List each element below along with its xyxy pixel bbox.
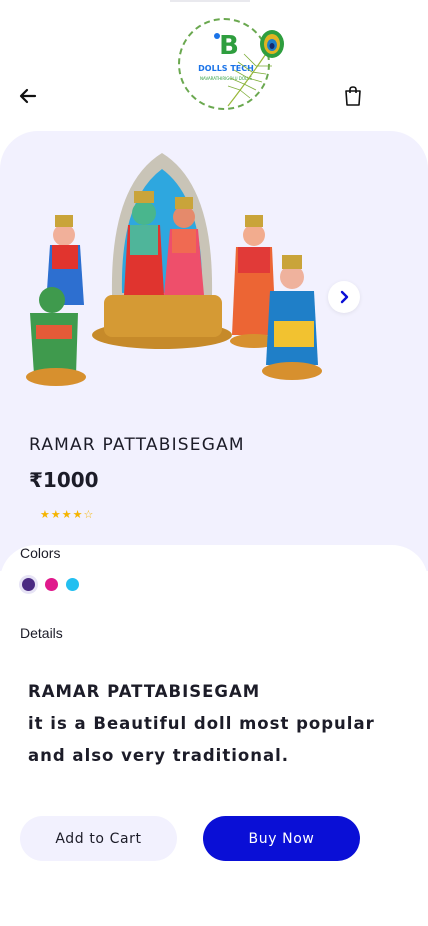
product-description: RAMAR PATTABISEGAM it is a Beautiful dol…: [28, 682, 375, 765]
star-empty-icon: ☆: [83, 508, 94, 521]
product-detail-screen: B DOLLS TECH NAVARATHIRIGOLU DOLLS RAMAR…: [0, 0, 428, 926]
details-label: Details: [20, 625, 63, 641]
buy-now-button[interactable]: Buy Now: [203, 816, 360, 861]
brand-logo: B DOLLS TECH NAVARATHIRIGOLU DOLLS: [162, 0, 288, 115]
colors-label: Colors: [20, 545, 61, 561]
chevron-right-icon: [340, 290, 349, 304]
product-title: RAMAR PATTABISEGAM: [29, 435, 245, 455]
star-filled-icon: ★: [50, 508, 61, 521]
color-swatch-purple[interactable]: [22, 578, 35, 591]
star-filled-icon: ★: [72, 508, 83, 521]
color-swatch-sky[interactable]: [66, 578, 79, 591]
rating-stars: ★ ★ ★ ★ ☆: [40, 508, 93, 521]
image-next-button[interactable]: [328, 281, 360, 313]
star-filled-icon: ★: [40, 508, 50, 521]
product-price: ₹1000: [29, 468, 99, 492]
logo-top-line: [170, 0, 250, 2]
add-to-cart-button[interactable]: Add to Cart: [20, 816, 177, 861]
product-image: [26, 153, 322, 386]
back-button[interactable]: [16, 84, 40, 108]
cart-button[interactable]: [341, 84, 365, 108]
color-swatch-pink[interactable]: [45, 578, 58, 591]
star-filled-icon: ★: [61, 508, 72, 521]
shopping-bag-icon: [345, 86, 361, 106]
peacock-feather-icon: [227, 30, 284, 107]
arrow-left-icon: [19, 88, 37, 104]
